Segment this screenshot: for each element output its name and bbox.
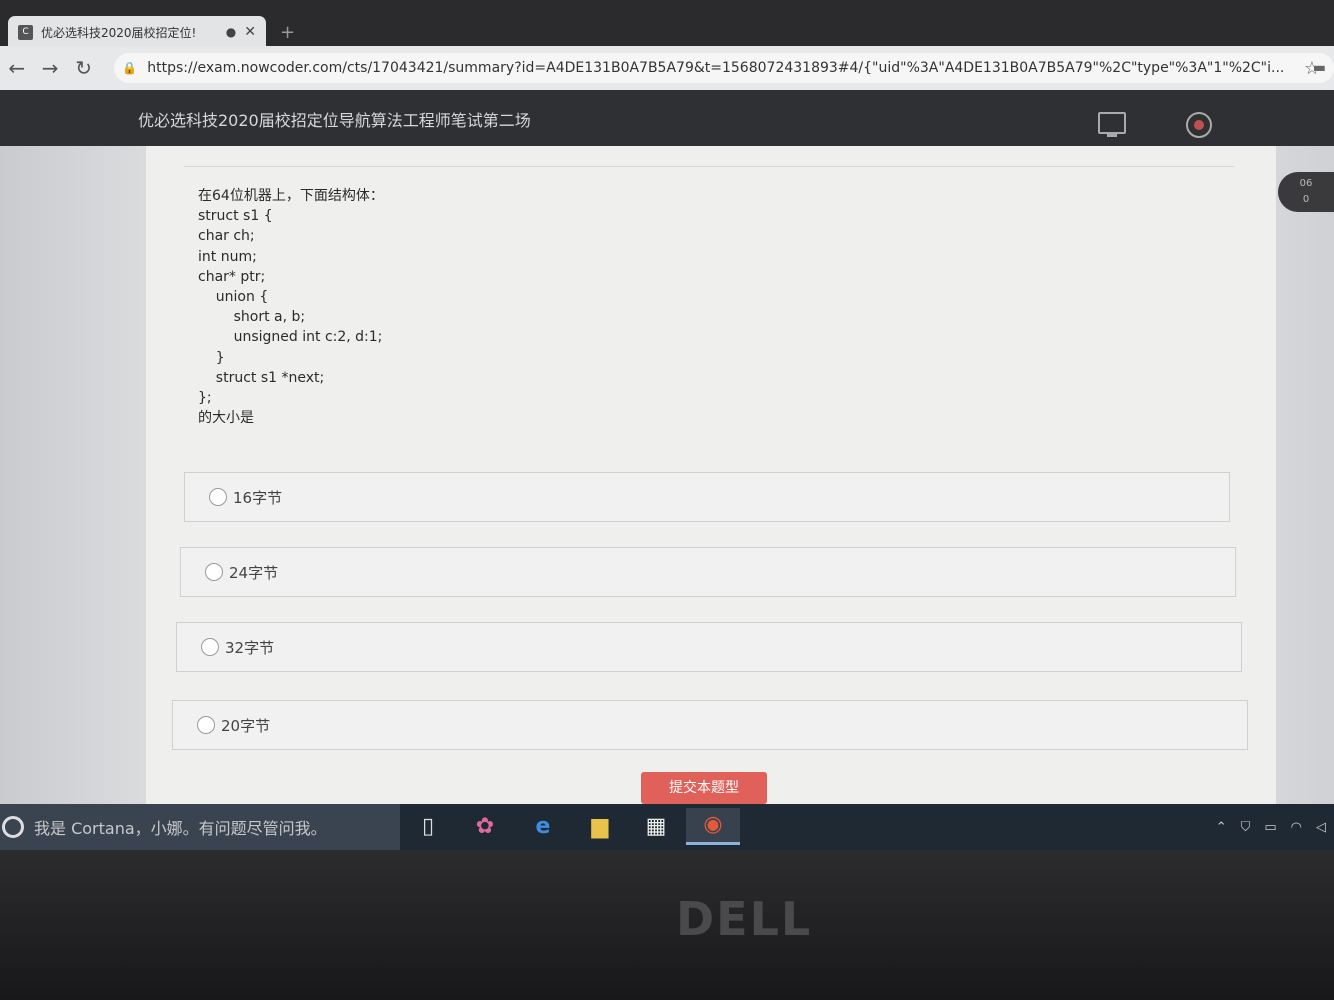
task-view-icon[interactable]: ▯: [413, 812, 443, 842]
option-a[interactable]: 16字节: [184, 472, 1230, 522]
tab-favicon-icon: C: [18, 24, 33, 40]
exam-title: 优必选科技2020届校招定位导航算法工程师笔试第二场: [138, 111, 531, 130]
radio-button[interactable]: [197, 716, 215, 734]
shield-icon[interactable]: ⛉: [1241, 820, 1251, 835]
timer-line-1: 06: [1299, 178, 1313, 189]
forward-button[interactable]: →: [33, 56, 66, 80]
radio-button[interactable]: [201, 638, 219, 656]
cortana-icon: [2, 816, 24, 838]
question-text: 在64位机器上，下面结构体： struct s1 { char ch; int …: [198, 188, 384, 427]
chrome-icon[interactable]: ◉: [686, 808, 740, 845]
system-tray: ⌃ ⛉ ▭ ◠ ◁: [1216, 804, 1326, 850]
submit-button[interactable]: 提交本题型: [641, 772, 767, 804]
option-label: 32字节: [225, 638, 275, 657]
battery-icon[interactable]: ▭: [1264, 820, 1276, 835]
tab-title: 优必选科技2020届校招定位!: [41, 25, 197, 40]
camera-icon[interactable]: [1186, 112, 1212, 138]
option-d[interactable]: 20字节: [172, 700, 1248, 750]
file-explorer-icon[interactable]: ▆: [585, 812, 615, 842]
timer-line-2: 0: [1302, 194, 1310, 205]
taskbar: 我是 Cortana，小娜。有问题尽管问我。 ▯ ✿ e ▆ ▦ ◉ ⌃ ⛉ ▭…: [0, 804, 1334, 850]
back-button[interactable]: ←: [0, 56, 33, 80]
option-label: 16字节: [233, 488, 283, 507]
card-divider: [184, 166, 1234, 167]
recording-icon: ●: [225, 25, 237, 39]
browser-tab-strip: C 优必选科技2020届校招定位! ● ✕ +: [0, 0, 1334, 48]
close-tab-icon[interactable]: ✕: [244, 24, 256, 40]
dell-logo: DELL: [676, 892, 813, 946]
exam-header: 优必选科技2020届校招定位导航算法工程师笔试第二场: [0, 90, 1334, 146]
option-b[interactable]: 24字节: [180, 547, 1236, 597]
address-bar[interactable]: 🔒 https://exam.nowcoder.com/cts/17043421…: [114, 53, 1334, 83]
store-icon[interactable]: ▦: [641, 812, 671, 842]
radio-button[interactable]: [205, 563, 223, 581]
browser-toolbar: ← → ↻ 🔒 https://exam.nowcoder.com/cts/17…: [0, 46, 1334, 90]
volume-icon[interactable]: ◁: [1316, 820, 1326, 835]
option-c[interactable]: 32字节: [176, 622, 1242, 672]
lock-icon: 🔒: [122, 61, 138, 75]
timer-widget: 06 0: [1278, 172, 1334, 212]
paint-app-icon[interactable]: ✿: [470, 812, 500, 842]
laptop-bezel: [0, 850, 1334, 1000]
option-label: 24字节: [229, 563, 279, 582]
wifi-icon[interactable]: ◠: [1291, 820, 1302, 835]
url-text: https://exam.nowcoder.com/cts/17043421/s…: [147, 60, 1285, 76]
cortana-search-box[interactable]: 我是 Cortana，小娜。有问题尽管问我。: [0, 804, 400, 850]
radio-button[interactable]: [209, 488, 227, 506]
screen-share-icon[interactable]: [1098, 112, 1126, 137]
reload-button[interactable]: ↻: [67, 56, 100, 80]
cortana-text: 我是 Cortana，小娜。有问题尽管问我。: [34, 819, 327, 838]
edge-browser-icon[interactable]: e: [528, 812, 558, 842]
new-tab-button[interactable]: +: [280, 22, 295, 43]
bookmark-star-icon[interactable]: ☆: [1304, 58, 1320, 79]
chevron-up-icon[interactable]: ⌃: [1216, 820, 1227, 835]
option-label: 20字节: [221, 716, 271, 735]
browser-tab[interactable]: C 优必选科技2020届校招定位! ● ✕: [8, 16, 266, 48]
